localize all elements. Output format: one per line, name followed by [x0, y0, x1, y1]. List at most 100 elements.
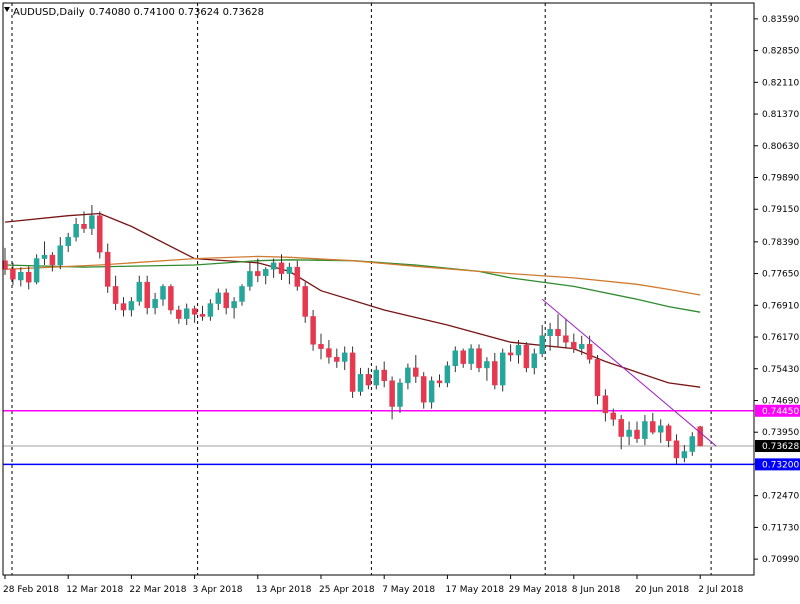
candle-body-bear — [389, 380, 395, 407]
candle-body-bear — [302, 286, 308, 317]
candle-body-bear — [381, 369, 387, 382]
candle-body-bull — [41, 254, 48, 259]
y-tick-label: 0.77650 — [762, 270, 799, 280]
candle-body-bear — [476, 348, 482, 369]
level-price-label: 0.73200 — [762, 460, 799, 470]
candle-body-bear — [10, 269, 16, 280]
candle — [476, 344, 482, 373]
x-tick-label: 12 Mar 2018 — [66, 585, 123, 595]
candle-body-bear — [634, 429, 640, 439]
candle-body-bear — [223, 292, 229, 309]
candle — [523, 342, 530, 373]
candle-body-bear — [665, 425, 672, 442]
candle-body-bull — [18, 272, 24, 281]
candle-body-bull — [207, 303, 214, 317]
y-tick-label: 0.72470 — [762, 492, 799, 502]
candle-body-bull — [231, 301, 237, 309]
candle-body-bull — [484, 361, 490, 369]
candle-body-bull — [65, 236, 71, 246]
candle-body-bear — [594, 359, 601, 397]
candle-body-bear — [120, 303, 127, 311]
y-tick-label: 0.79150 — [762, 205, 799, 215]
y-tick-label: 0.76910 — [762, 301, 799, 311]
candle-body-bear — [318, 344, 324, 349]
y-tick-label: 0.75430 — [762, 365, 799, 375]
candle-body-bear — [334, 356, 340, 362]
y-tick-label: 0.80630 — [762, 142, 799, 152]
x-tick-label: 2 Jul 2018 — [698, 585, 743, 595]
x-tick-label: 17 May 2018 — [445, 585, 504, 595]
candle-body-bull — [341, 352, 348, 362]
candle-body-bull — [247, 271, 253, 287]
candle-body-bull — [136, 281, 143, 302]
y-tick-label: 0.76170 — [762, 333, 799, 343]
candle-body-bear — [420, 376, 427, 403]
candle-body-bear — [618, 419, 624, 437]
y-tick-label: 0.78390 — [762, 238, 799, 248]
candle — [697, 425, 703, 447]
x-tick-label: 13 Apr 2018 — [256, 585, 312, 595]
candle-body-bear — [492, 361, 498, 386]
x-tick-label: 3 Apr 2018 — [193, 585, 243, 595]
candle-body-bull — [578, 344, 585, 349]
candle-body-bull — [89, 215, 95, 229]
candle-body-bull — [357, 374, 364, 392]
candle-body-bull — [681, 451, 688, 459]
y-tick-label: 0.83590 — [762, 15, 799, 25]
candle-body-bull — [73, 224, 79, 238]
candle — [33, 254, 40, 285]
candle-body-bear — [523, 344, 530, 369]
candle-body-bull — [128, 301, 135, 311]
candle-body-bear — [112, 286, 119, 304]
candle-body-bear — [278, 262, 285, 274]
candlestick-chart[interactable]: 0.83590 0.82850 0.82110 0.81370 0.80630 0.798… — [0, 0, 800, 600]
candle-body-bull — [270, 262, 277, 270]
candle-body-bull — [183, 308, 190, 319]
x-tick-label: 20 Jun 2018 — [635, 585, 689, 595]
candle-body-bear — [310, 316, 316, 345]
chart-window: 0.83590 0.82850 0.82110 0.81370 0.80630 0.798… — [0, 0, 800, 600]
x-tick-label: 8 Jun 2018 — [572, 585, 621, 595]
candle-body-bull — [262, 269, 269, 276]
candle-body-bull — [499, 352, 506, 386]
candle-body-bull — [626, 429, 632, 437]
x-tick-label: 28 Feb 2018 — [3, 585, 59, 595]
candle-body-bear — [191, 308, 198, 315]
x-tick-label: 7 May 2018 — [382, 585, 435, 595]
candle-body-bear — [199, 314, 206, 317]
candle-body-bear — [294, 266, 301, 287]
candle-body-bull — [286, 266, 293, 274]
x-tick-label: 25 Apr 2018 — [319, 585, 375, 595]
candle-body-bull — [239, 286, 245, 302]
current-price-label: 0.73628 — [762, 442, 799, 452]
candle — [349, 346, 356, 398]
y-tick-label: 0.73950 — [762, 428, 799, 438]
candle-body-bear — [49, 254, 56, 266]
candle-body-bear — [586, 344, 593, 360]
level-price-label: 0.74450 — [762, 407, 799, 417]
candle-body-bear — [563, 335, 569, 343]
candle-body-bear — [97, 215, 103, 253]
candle-body-bull — [547, 329, 553, 336]
candle-body-bull — [57, 245, 64, 266]
candle-body-bear — [610, 412, 617, 420]
candle-body-bull — [33, 258, 40, 283]
candle-body-bear — [349, 352, 356, 392]
candle-body-bull — [444, 365, 451, 384]
y-tick-label: 0.82850 — [762, 47, 799, 57]
candle — [168, 284, 174, 315]
y-tick-label: 0.79890 — [762, 174, 799, 184]
candle — [97, 211, 103, 259]
y-tick-label: 0.71730 — [762, 523, 799, 533]
candle-body-bull — [397, 382, 403, 407]
y-tick-label: 0.81370 — [762, 110, 799, 120]
candle-body-bull — [373, 369, 380, 386]
candle-body-bear — [144, 281, 150, 309]
candle-body-bear — [507, 352, 514, 356]
symbol-label: AUDUSD,Daily — [13, 7, 85, 18]
candle-body-bull — [152, 299, 158, 309]
candle-body-bear — [81, 224, 87, 229]
chart-background — [0, 0, 800, 600]
candle-body-bear — [650, 421, 656, 433]
candle-body-bull — [657, 425, 664, 433]
